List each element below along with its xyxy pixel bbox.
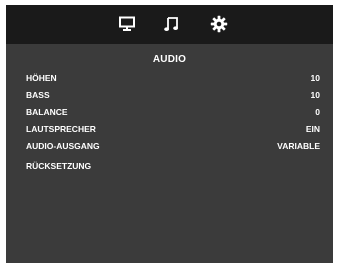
menu-item-audio-ausgang[interactable]: AUDIO-AUSGANG VARIABLE — [26, 139, 320, 153]
menu-item-label: HÖHEN — [26, 73, 57, 83]
menu-item-value: VARIABLE — [277, 141, 320, 151]
menu-item-bass[interactable]: BASS 10 — [26, 88, 320, 102]
menu-item-label: AUDIO-AUSGANG — [26, 141, 100, 151]
menu-item-balance[interactable]: BALANCE 0 — [26, 105, 320, 119]
menu-title: AUDIO — [152, 54, 187, 65]
menu-item-value: 10 — [310, 90, 320, 100]
menu-item-label: RÜCKSETZUNG — [26, 161, 92, 171]
menu-tab-bar — [6, 5, 333, 44]
menu-item-label: BALANCE — [26, 107, 68, 117]
menu-item-ruecksetzung[interactable]: RÜCKSETZUNG — [26, 159, 320, 173]
music-note-icon[interactable] — [163, 15, 181, 33]
osd-menu-panel: AUDIO HÖHEN 10 BASS 10 BALANCE 0 LAUTSPR… — [6, 5, 333, 263]
menu-item-value: 0 — [315, 107, 320, 117]
menu-item-hoehen[interactable]: HÖHEN 10 — [26, 71, 320, 85]
menu-item-value: 10 — [310, 73, 320, 83]
menu-item-value: EIN — [305, 124, 320, 134]
menu-item-label: LAUTSPRECHER — [26, 124, 96, 134]
gear-icon[interactable] — [210, 15, 228, 33]
menu-item-label: BASS — [26, 90, 50, 100]
monitor-icon[interactable] — [118, 15, 136, 33]
menu-item-lautsprecher[interactable]: LAUTSPRECHER EIN — [26, 122, 320, 136]
